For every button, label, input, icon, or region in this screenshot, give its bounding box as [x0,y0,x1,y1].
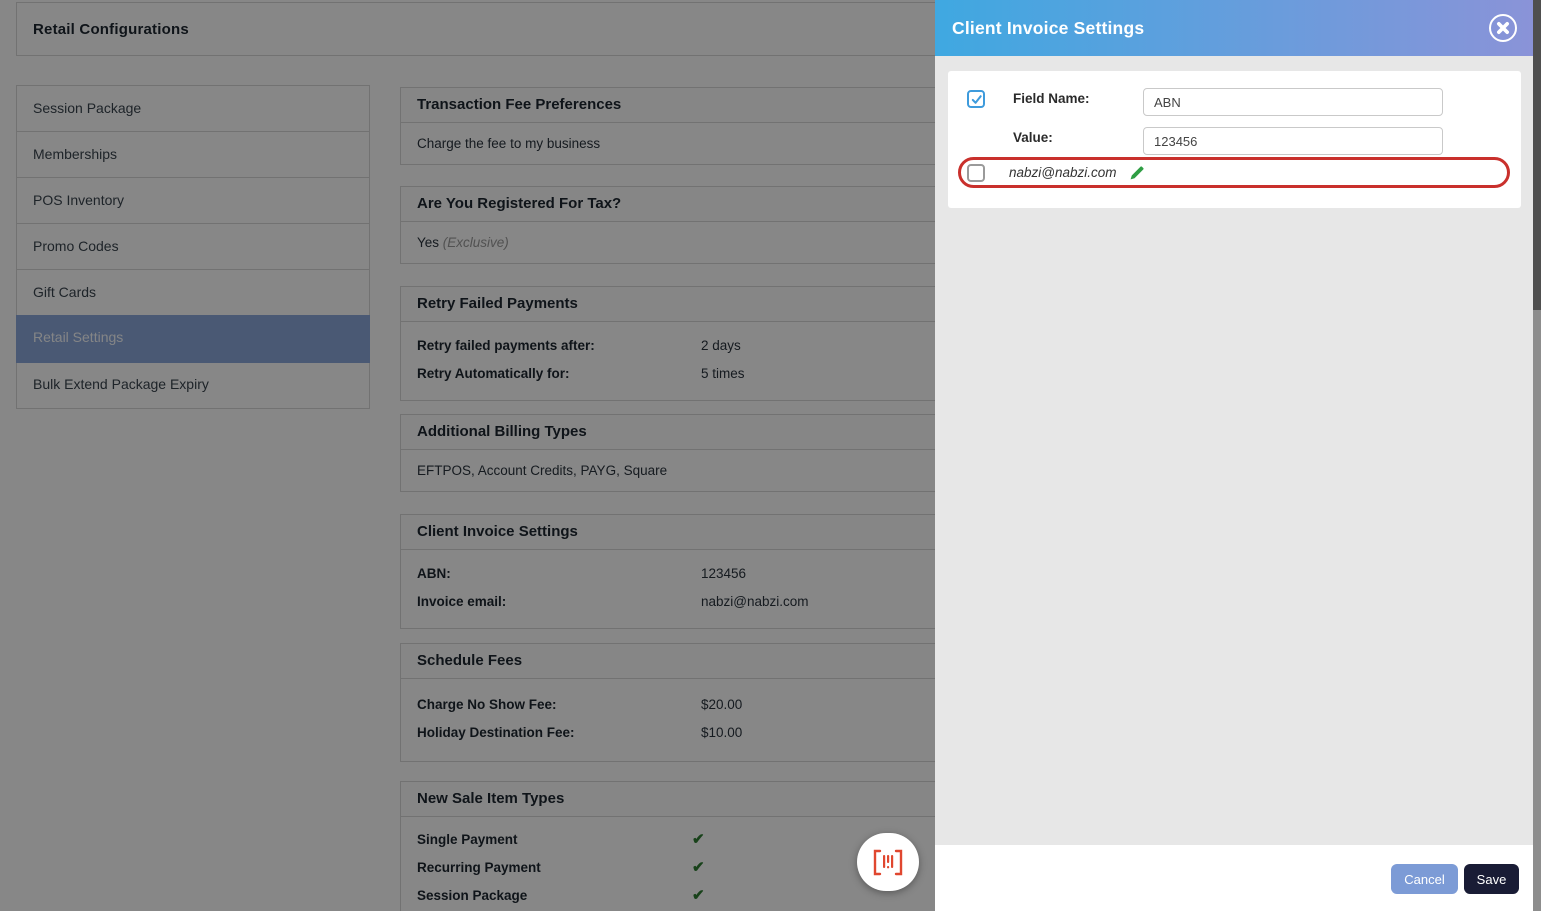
close-icon[interactable] [1488,13,1518,43]
value-label: Value: [1013,130,1053,145]
custom-field-card: Field Name: Value: nabzi@nabzi.com [948,71,1521,208]
value-input[interactable] [1143,127,1443,155]
modal-header: Client Invoice Settings [935,0,1533,56]
screen: Retail Configurations Session Package Me… [0,0,1541,911]
client-invoice-settings-modal: Client Invoice Settings Field Name: Valu… [935,0,1533,911]
modal-footer: Cancel Save [935,845,1533,911]
save-button[interactable]: Save [1464,864,1519,894]
invoice-email-value: nabzi@nabzi.com [1009,165,1117,180]
barcode-scan-button[interactable] [857,833,919,891]
page-scrollbar[interactable] [1533,0,1541,911]
modal-title: Client Invoice Settings [952,17,1145,38]
email-enabled-checkbox[interactable] [967,163,985,182]
invoice-email-row-highlighted[interactable]: nabzi@nabzi.com [958,157,1510,188]
edit-pencil-icon[interactable] [1129,164,1146,181]
modal-body: Field Name: Value: nabzi@nabzi.com [935,56,1533,845]
cancel-button[interactable]: Cancel [1391,864,1458,894]
barcode-icon [872,849,904,876]
scrollbar-thumb[interactable] [1533,0,1541,310]
field-name-label: Field Name: [1013,91,1090,106]
field-enabled-checkbox[interactable] [967,90,985,108]
field-name-input[interactable] [1143,88,1443,116]
